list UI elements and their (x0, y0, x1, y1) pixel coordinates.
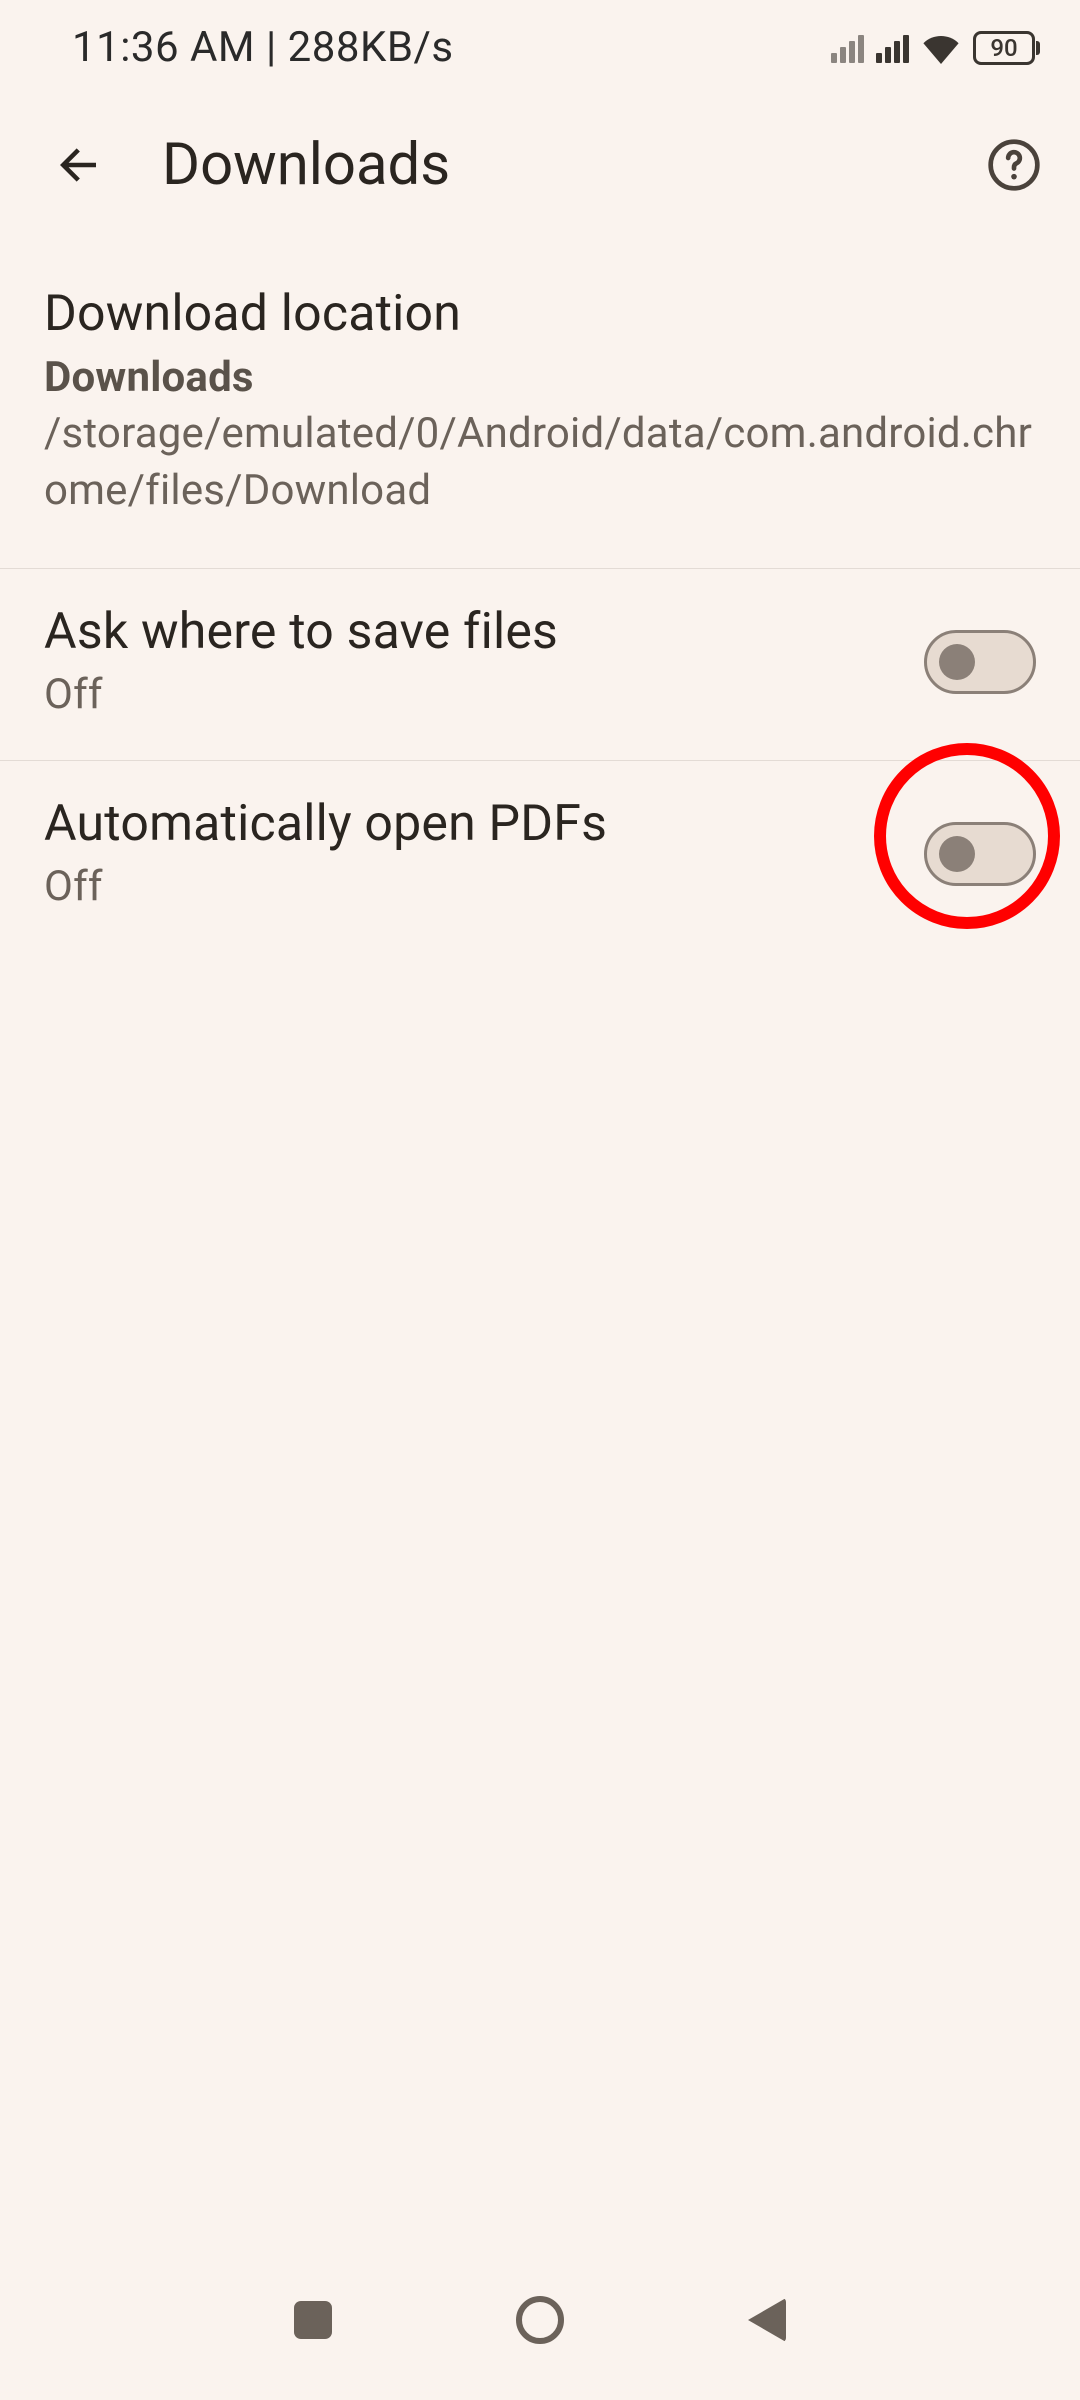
system-nav-bar (0, 2270, 1080, 2370)
ask-where-toggle[interactable] (924, 630, 1036, 694)
recents-button[interactable] (273, 2280, 353, 2360)
page-title: Downloads (162, 131, 978, 199)
signal-weak-icon (831, 33, 864, 63)
battery-icon: 90 (973, 31, 1040, 65)
circle-icon (516, 2296, 564, 2344)
status-bar: 11:36 AM | 288KB/s 90 (0, 0, 1080, 95)
battery-level: 90 (973, 31, 1035, 65)
toggle-knob-icon (939, 644, 975, 680)
signal-strong-icon (876, 33, 909, 63)
download-location-row[interactable]: Download location Downloads /storage/emu… (0, 265, 1080, 569)
toggle-knob-icon (939, 836, 975, 872)
status-time: 11:36 AM | 288KB/s (72, 23, 454, 72)
ask-where-row[interactable]: Ask where to save files Off (0, 569, 1080, 761)
download-location-path: Downloads /storage/emulated/0/Android/da… (44, 350, 1036, 520)
wifi-icon (921, 32, 961, 64)
back-nav-button[interactable] (727, 2280, 807, 2360)
auto-open-pdfs-status: Off (44, 859, 894, 916)
auto-open-pdfs-title: Automatically open PDFs (44, 793, 894, 856)
back-button[interactable] (42, 129, 114, 201)
download-location-title: Download location (44, 283, 1036, 346)
arrow-left-icon (51, 138, 105, 192)
triangle-left-icon (748, 2298, 786, 2342)
help-button[interactable] (978, 129, 1050, 201)
settings-list: Download location Downloads /storage/emu… (0, 235, 1080, 952)
ask-where-title: Ask where to save files (44, 601, 894, 664)
help-circle-icon (986, 137, 1042, 193)
home-button[interactable] (500, 2280, 580, 2360)
status-indicators: 90 (831, 31, 1040, 65)
auto-open-pdfs-row[interactable]: Automatically open PDFs Off (0, 761, 1080, 952)
auto-open-pdfs-toggle[interactable] (924, 822, 1036, 886)
app-bar: Downloads (0, 95, 1080, 235)
square-icon (294, 2301, 332, 2339)
ask-where-status: Off (44, 667, 894, 724)
